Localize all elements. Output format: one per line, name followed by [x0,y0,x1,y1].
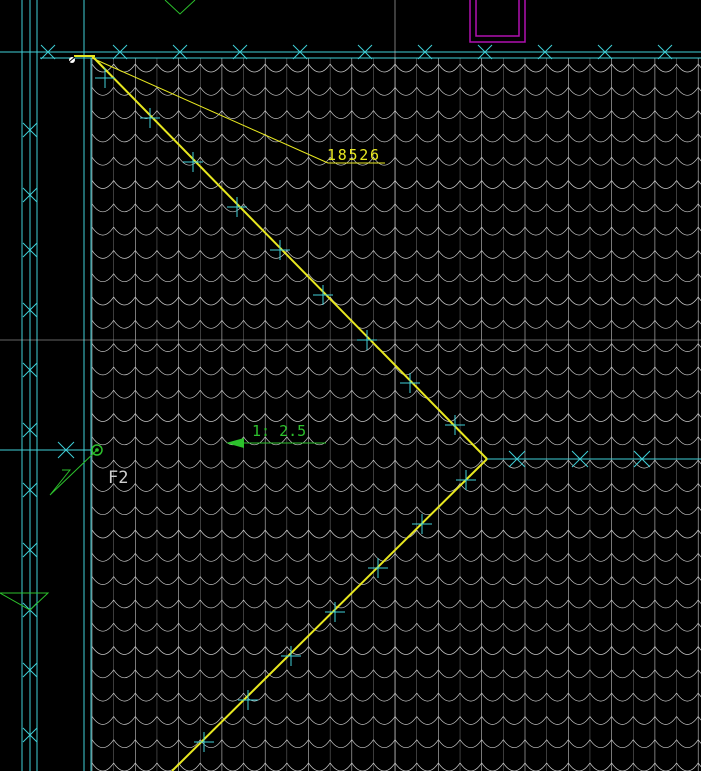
x-marker-icon [238,690,258,710]
arrow-icon [49,449,98,496]
x-marker-icon [194,732,214,752]
dimension-label: 18526 [327,146,379,164]
cyan-axis-lines [0,0,701,771]
x-marker-icon [227,197,247,217]
x-marker-icon [357,330,377,350]
x-marker-icon [325,602,345,622]
yellow-hip-lines [74,55,488,771]
slope-annotation: 1: 2.5 [226,422,326,448]
x-marker-icon [95,68,115,88]
arrow-icon [226,438,244,448]
magenta-opening [469,0,526,43]
x-marker-icon [281,646,301,666]
cad-drawing-canvas[interactable]: 18526 1: 2.5 F2 [0,0,701,771]
endpoint-marker [68,56,76,63]
roof-code-marker: F2 [49,444,128,496]
roof-tile-hatch [91,58,701,771]
slope-label: 1: 2.5 [252,422,306,440]
roof-code-label: F2 [108,468,128,488]
